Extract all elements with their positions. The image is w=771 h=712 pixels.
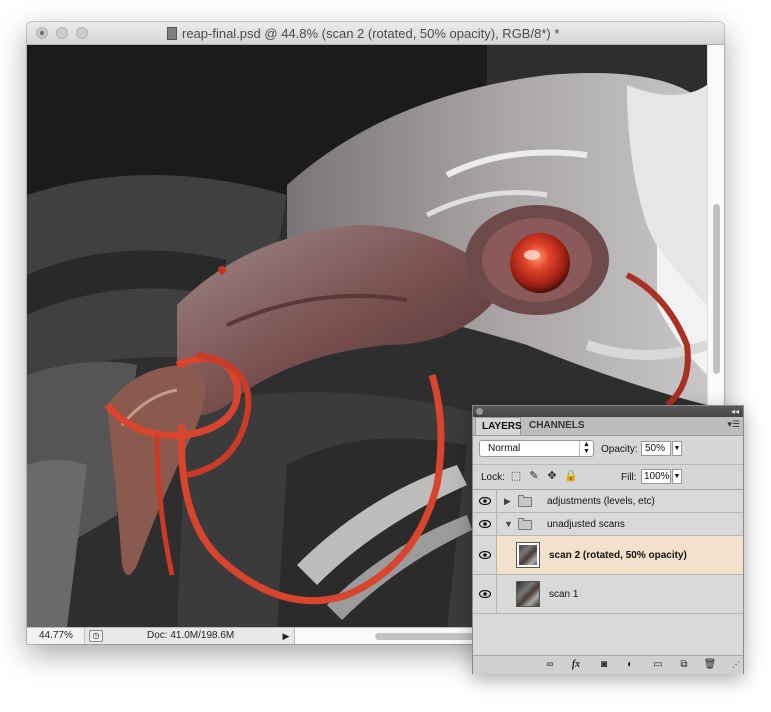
layer-row-adjustments[interactable]: ▶ adjustments (levels, etc) bbox=[473, 490, 743, 513]
panel-tabs: LAYERS CHANNELS bbox=[473, 417, 743, 436]
panel-title-bar[interactable]: ◂◂ bbox=[473, 406, 743, 417]
eye-icon bbox=[479, 520, 491, 528]
lock-fill-row: Lock: ⬚ ✎ ✥ 🔒 Fill: 100% ▼ bbox=[473, 464, 743, 489]
layer-name: unadjusted scans bbox=[547, 519, 625, 530]
document-title-text: reap-final.psd @ 44.8% (scan 2 (rotated,… bbox=[182, 26, 560, 41]
new-group-icon[interactable]: ▭ bbox=[651, 658, 665, 671]
link-icon[interactable]: ∞ bbox=[543, 658, 557, 671]
zoom-button[interactable] bbox=[76, 27, 88, 39]
document-title: reap-final.psd @ 44.8% (scan 2 (rotated,… bbox=[167, 26, 627, 42]
close-button[interactable] bbox=[36, 27, 48, 39]
title-bar[interactable]: reap-final.psd @ 44.8% (scan 2 (rotated,… bbox=[27, 22, 724, 45]
visibility-toggle[interactable] bbox=[473, 536, 497, 574]
lock-image-icon[interactable]: ✎ bbox=[528, 470, 540, 482]
expand-arrow-icon[interactable]: ▶ bbox=[504, 496, 511, 507]
fill-field[interactable]: 100% bbox=[641, 469, 671, 484]
layer-thumbnail[interactable] bbox=[516, 581, 540, 607]
blend-mode-value: Normal bbox=[488, 443, 521, 454]
psd-file-icon bbox=[167, 27, 177, 40]
panel-close-button[interactable] bbox=[476, 408, 483, 415]
minimize-button[interactable] bbox=[56, 27, 68, 39]
tab-channels[interactable]: CHANNELS bbox=[523, 417, 585, 435]
layer-thumbnail[interactable] bbox=[516, 542, 540, 568]
fx-icon[interactable]: fx bbox=[569, 658, 583, 671]
folder-icon bbox=[518, 495, 532, 507]
new-layer-icon[interactable]: ⧉ bbox=[677, 658, 691, 671]
blend-mode-select[interactable]: Normal ▲ ▼ bbox=[479, 440, 594, 457]
layer-name: scan 1 bbox=[549, 589, 579, 600]
layers-list: ▶ adjustments (levels, etc) ▼ unadjusted… bbox=[473, 489, 743, 656]
lock-transparent-icon[interactable]: ⬚ bbox=[510, 470, 522, 482]
visibility-toggle[interactable] bbox=[473, 575, 497, 613]
layer-name: scan 2 (rotated, 50% opacity) bbox=[549, 550, 687, 561]
layers-panel: ◂◂ LAYERS CHANNELS ▾☰ Normal ▲ ▼ Opacity:… bbox=[472, 405, 744, 674]
resize-grip-icon[interactable]: ⋰ bbox=[729, 658, 743, 671]
blend-opacity-row: Normal ▲ ▼ Opacity: 50% ▼ bbox=[473, 436, 743, 462]
select-arrows-icon: ▲ ▼ bbox=[579, 441, 593, 456]
lock-position-icon[interactable]: ✥ bbox=[546, 470, 558, 482]
lock-all-icon[interactable]: 🔒 bbox=[564, 470, 578, 482]
fill-dropdown-icon[interactable]: ▼ bbox=[672, 469, 682, 484]
layer-row-unadjusted-scans[interactable]: ▼ unadjusted scans bbox=[473, 513, 743, 536]
opacity-field[interactable]: 50% bbox=[641, 441, 671, 456]
panel-menu-icon[interactable]: ▾☰ bbox=[727, 419, 740, 430]
mask-icon[interactable]: ◙ bbox=[597, 658, 611, 671]
trash-icon[interactable]: 🗑 bbox=[703, 658, 717, 671]
tab-layers[interactable]: LAYERS bbox=[475, 417, 522, 435]
document-size-info: Doc: 41.0M/198.6M bbox=[147, 630, 235, 641]
adjustment-icon[interactable]: ◐ bbox=[623, 658, 637, 671]
opacity-dropdown-icon[interactable]: ▼ bbox=[672, 441, 682, 456]
collapse-arrow-icon[interactable]: ▼ bbox=[504, 519, 513, 529]
opacity-label: Opacity: bbox=[601, 444, 638, 455]
folder-icon bbox=[518, 518, 532, 530]
visibility-toggle[interactable] bbox=[473, 513, 497, 535]
layer-name: adjustments (levels, etc) bbox=[547, 496, 655, 507]
visibility-toggle[interactable] bbox=[473, 490, 497, 512]
vertical-scroll-thumb[interactable] bbox=[713, 204, 720, 374]
eye-icon bbox=[479, 551, 491, 559]
eye-icon bbox=[479, 497, 491, 505]
status-menu-arrow-icon[interactable]: ▶ bbox=[279, 629, 293, 643]
eye-icon bbox=[479, 590, 491, 598]
fill-label: Fill: bbox=[621, 472, 637, 483]
layer-row-scan-2[interactable]: scan 2 (rotated, 50% opacity) bbox=[473, 536, 743, 575]
zoom-level-field[interactable]: 44.77% bbox=[27, 628, 85, 644]
layer-row-scan-1[interactable]: scan 1 bbox=[473, 575, 743, 614]
lock-label: Lock: bbox=[481, 472, 505, 483]
panel-collapse-icon[interactable]: ◂◂ bbox=[731, 406, 739, 417]
horizontal-scroll-thumb[interactable] bbox=[375, 633, 475, 640]
status-info-button[interactable]: ◷ bbox=[89, 630, 103, 642]
panel-bottom-toolbar: ∞ fx ◙ ◐ ▭ ⧉ 🗑 ⋰ bbox=[473, 655, 743, 674]
